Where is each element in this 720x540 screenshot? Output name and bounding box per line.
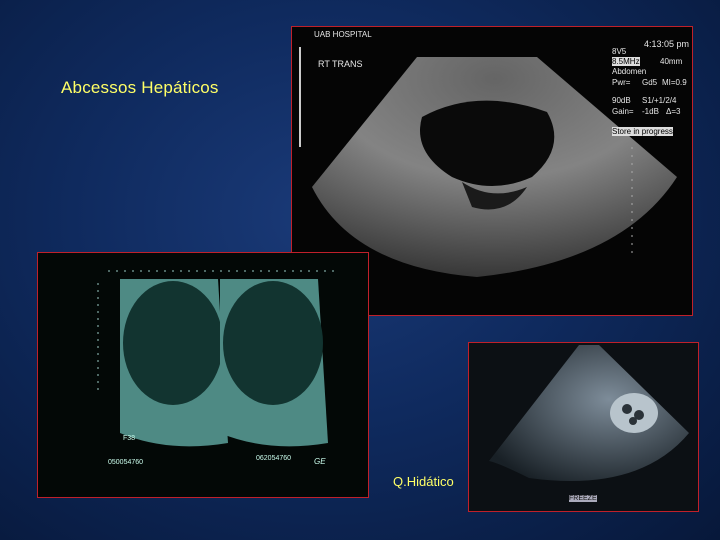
patient-id-right: 062054760 <box>256 455 292 462</box>
preset-label: Abdomen <box>612 67 647 76</box>
slide-title: Abcessos Hepáticos <box>61 78 219 97</box>
liver-abscess-ultrasound-left: F38 050054760 062054760 GE <box>37 252 369 498</box>
hydatid-cyst-ultrasound: FREEZE <box>468 342 699 512</box>
gd-readout: Gd5 <box>642 78 658 87</box>
ultrasound-image-right <box>469 343 698 511</box>
freeze-status: FREEZE <box>569 495 597 502</box>
hospital-label: UAB HOSPITAL <box>314 30 372 39</box>
hydatid-caption: Q.Hidático <box>393 474 454 489</box>
mi-readout: MI=0.9 <box>662 78 687 87</box>
gain-label: Gain= <box>612 107 634 116</box>
dynamic-range-readout: 90dB <box>612 96 631 105</box>
scan-label: RT TRANS <box>318 59 363 69</box>
delta-readout: Δ=3 <box>666 107 681 116</box>
gain-readout: -1dB <box>642 107 659 116</box>
time-readout: 4:13:05 pm <box>644 39 690 49</box>
persistence-readout: S1/+1/2/4 <box>642 96 677 105</box>
patient-id-left: 050054760 <box>108 459 144 466</box>
ge-logo: GE <box>314 457 326 466</box>
frequency-readout: 8.5MHz <box>612 57 640 66</box>
power-label: Pwr= <box>612 78 631 87</box>
depth-readout: 40mm <box>660 57 683 66</box>
store-status: Store in progress <box>612 127 673 136</box>
probe-label: 8V5 <box>612 47 627 56</box>
ultrasound-label-left: F38 <box>123 435 136 442</box>
